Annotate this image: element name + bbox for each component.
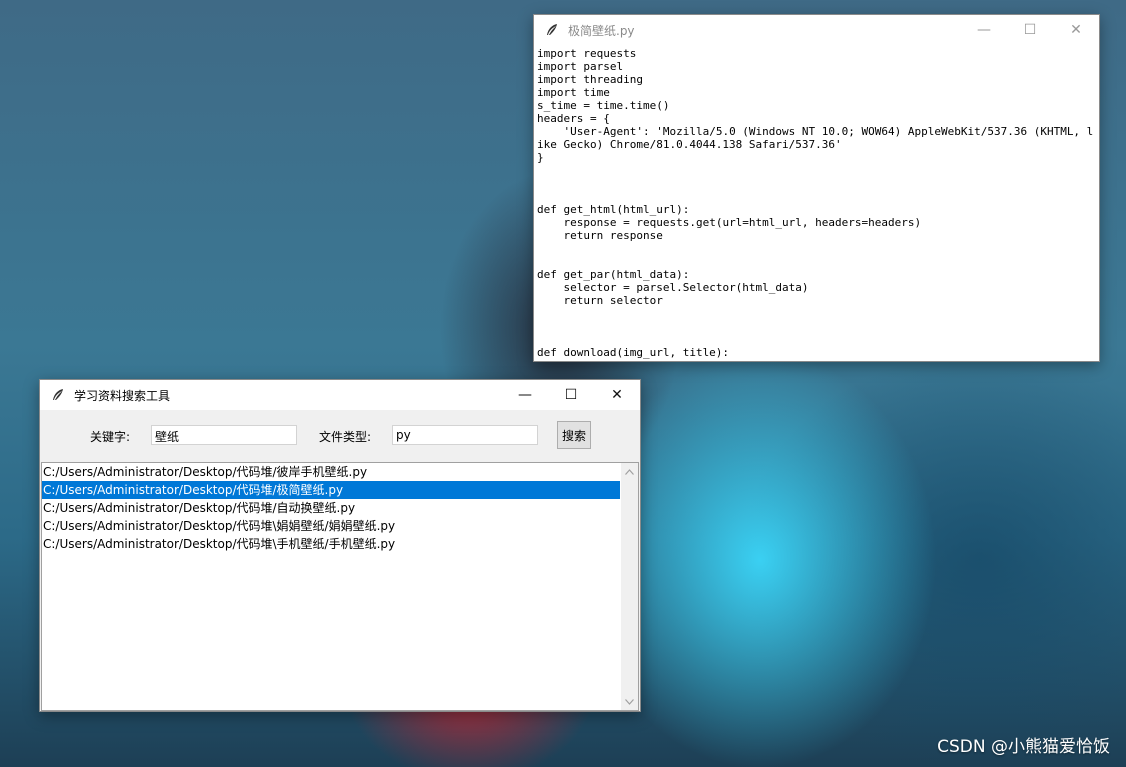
watermark: CSDN @小熊猫爱恰饭 — [937, 737, 1110, 757]
search-button[interactable]: 搜索 — [557, 421, 591, 449]
maximize-button[interactable]: ☐ — [1007, 15, 1053, 45]
close-button[interactable]: ✕ — [594, 380, 640, 410]
close-button[interactable]: ✕ — [1053, 15, 1099, 45]
vertical-scrollbar[interactable] — [621, 463, 638, 710]
list-item[interactable]: C:/Users/Administrator/Desktop/代码堆/自动换壁纸… — [42, 499, 620, 517]
list-item[interactable]: C:/Users/Administrator/Desktop/代码堆/极简壁纸.… — [42, 481, 620, 499]
code-window-titlebar[interactable]: 极简壁纸.py — ☐ ✕ — [534, 15, 1099, 45]
scroll-down-icon[interactable] — [621, 693, 638, 710]
search-window-title: 学习资料搜索工具 — [74, 388, 171, 403]
code-viewer-window: 极简壁纸.py — ☐ ✕ import requests import par… — [533, 14, 1100, 362]
minimize-button[interactable]: — — [961, 15, 1007, 45]
search-tool-window: 学习资料搜索工具 — ☐ ✕ 关键字: 壁纸 文件类型: py 搜索 C:/Us… — [39, 379, 641, 712]
feather-icon — [545, 23, 559, 37]
keyword-input[interactable]: 壁纸 — [151, 425, 297, 445]
search-window-titlebar[interactable]: 学习资料搜索工具 — ☐ ✕ — [40, 380, 640, 410]
code-window-title: 极简壁纸.py — [568, 23, 635, 38]
feather-icon — [51, 388, 65, 402]
filetype-label: 文件类型: — [319, 430, 372, 444]
filetype-input[interactable]: py — [392, 425, 538, 445]
keyword-label: 关键字: — [90, 430, 131, 444]
list-item[interactable]: C:/Users/Administrator/Desktop/代码堆/彼岸手机壁… — [42, 463, 620, 481]
results-listbox[interactable]: C:/Users/Administrator/Desktop/代码堆/彼岸手机壁… — [41, 462, 639, 711]
list-item[interactable]: C:/Users/Administrator/Desktop/代码堆\手机壁纸/… — [42, 535, 620, 553]
list-item[interactable]: C:/Users/Administrator/Desktop/代码堆\娟娟壁纸/… — [42, 517, 620, 535]
minimize-button[interactable]: — — [502, 380, 548, 410]
scroll-up-icon[interactable] — [621, 463, 638, 480]
results-list: C:/Users/Administrator/Desktop/代码堆/彼岸手机壁… — [42, 463, 620, 710]
code-text-area[interactable]: import requests import parsel import thr… — [537, 47, 1099, 361]
maximize-button[interactable]: ☐ — [548, 380, 594, 410]
